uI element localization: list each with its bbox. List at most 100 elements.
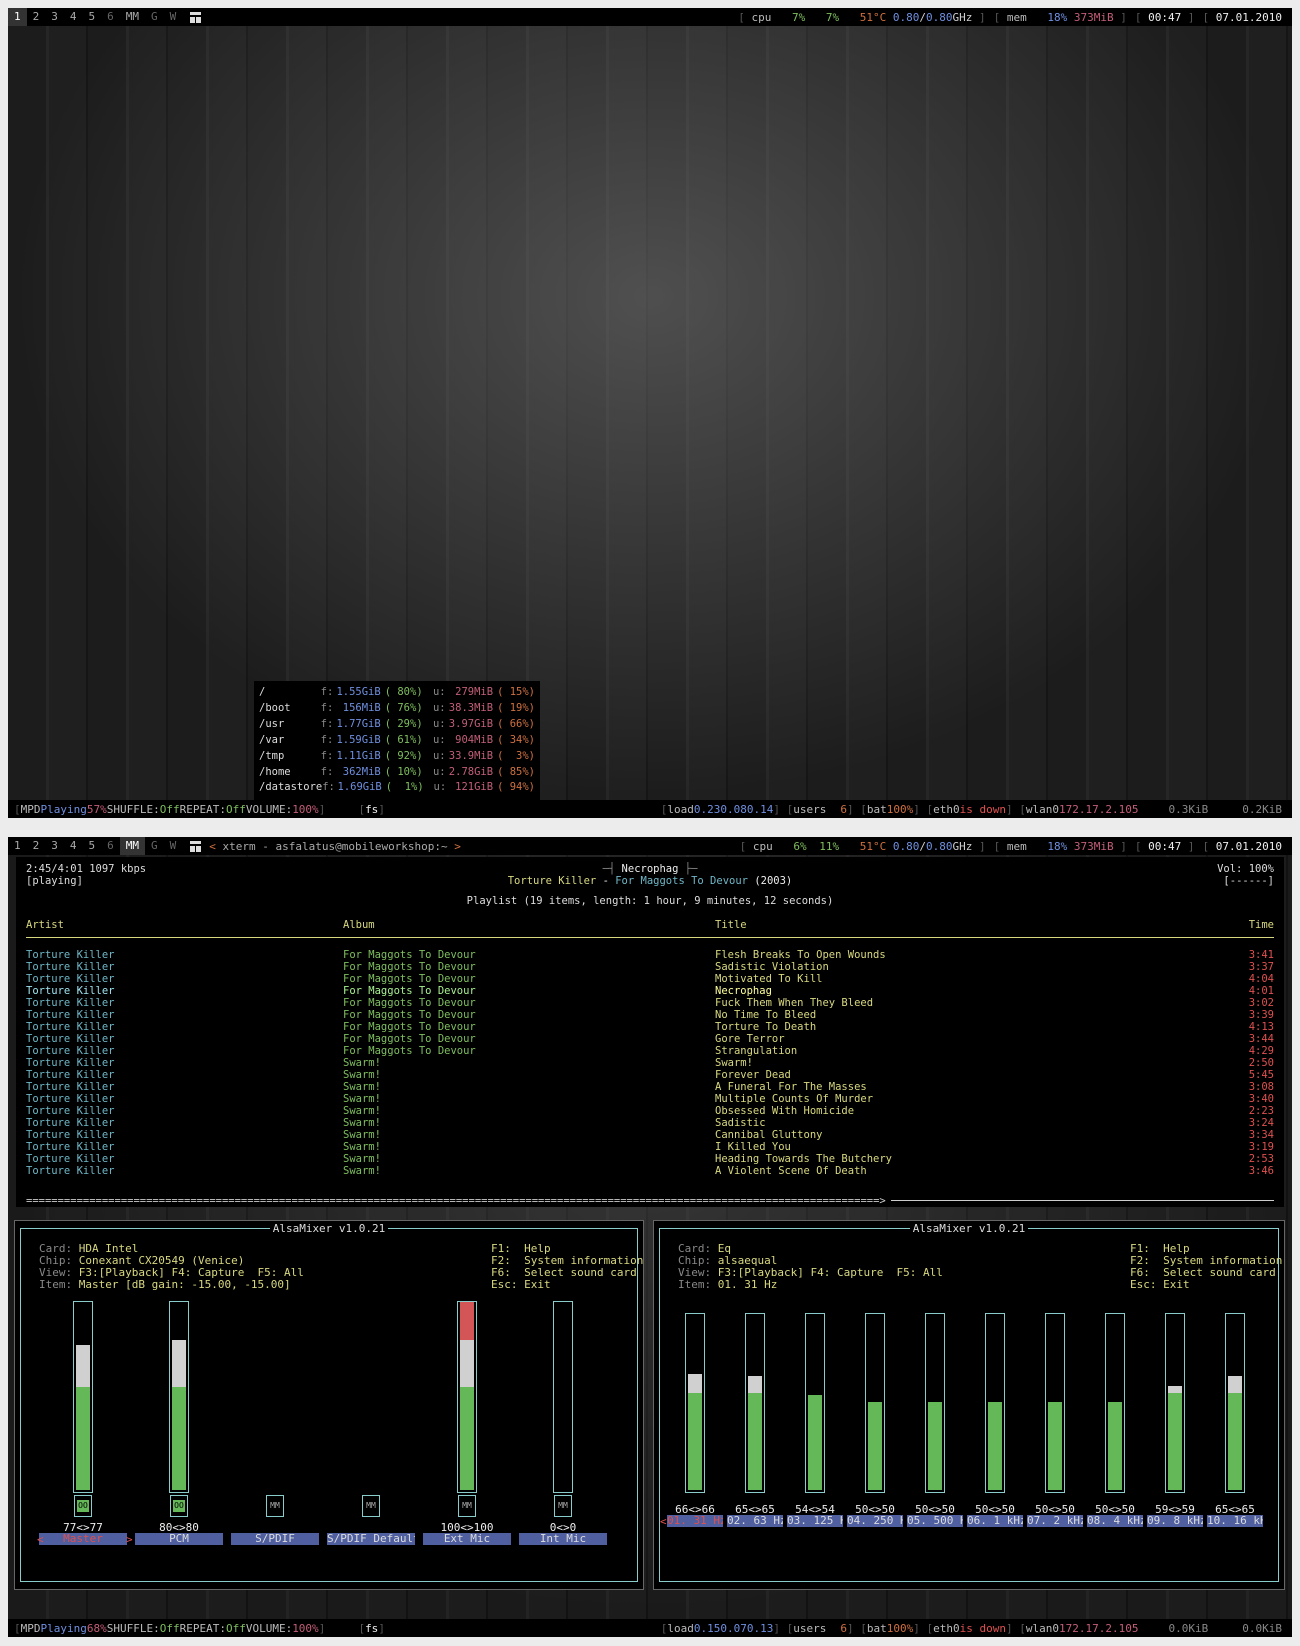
tag-w[interactable]: W	[164, 8, 183, 26]
battery-value: 100%	[886, 1621, 914, 1635]
tag-2[interactable]: 2	[27, 837, 46, 855]
playlist-rows[interactable]: Torture Killer For Maggots To Devour Flesh…	[26, 949, 1274, 1177]
fader-ext-mic[interactable]	[457, 1301, 477, 1493]
playlist-row[interactable]: Torture Killer For Maggots To Devour Sadis…	[26, 961, 1274, 973]
eq-fader[interactable]	[925, 1313, 945, 1493]
track-artist: Torture Killer	[26, 1141, 115, 1153]
fader-master[interactable]	[73, 1301, 93, 1493]
playlist-row[interactable]: Torture Killer Swarm! Multiple Counts Of M…	[26, 1093, 1274, 1105]
tag-1[interactable]: 1	[8, 837, 27, 855]
playlist-row[interactable]: Torture Killer For Maggots To Devour Motiv…	[26, 973, 1274, 985]
column-header-album[interactable]: Album	[343, 919, 715, 931]
band-label[interactable]: 07. 2 kHz	[1027, 1515, 1083, 1527]
eq-fader[interactable]	[805, 1313, 825, 1493]
progress-bar[interactable]: ========================================…	[26, 1195, 891, 1207]
mute-toggle[interactable]: OO	[170, 1495, 188, 1517]
tag-w[interactable]: W	[164, 837, 183, 855]
repeat-value[interactable]: Off	[226, 803, 246, 816]
fs-indicator[interactable]: fs	[365, 803, 378, 816]
tag-2[interactable]: 2	[27, 8, 46, 26]
playlist-header: Artist Album Title Time	[26, 919, 1274, 931]
tag-6[interactable]: 6	[101, 8, 120, 26]
playlist-row[interactable]: Torture Killer Swarm! Forever Dead 5:45	[26, 1069, 1274, 1081]
channel-label[interactable]: PCM	[135, 1533, 223, 1545]
tag-1[interactable]: 1	[8, 8, 27, 26]
band-label[interactable]: 02. 63 Hz	[727, 1515, 783, 1527]
playlist-row[interactable]: Torture Killer For Maggots To Devour Tortu…	[26, 1021, 1274, 1033]
band-label[interactable]: 10. 16 kH	[1207, 1515, 1263, 1527]
band-label[interactable]: 03. 125 H	[787, 1515, 843, 1527]
eq-fader[interactable]	[985, 1313, 1005, 1493]
tile-layout-icon[interactable]	[190, 11, 202, 23]
playlist-row[interactable]: Torture Killer For Maggots To Devour Stran…	[26, 1045, 1274, 1057]
tag-g[interactable]: G	[145, 8, 164, 26]
repeat-value[interactable]: Off	[226, 1622, 246, 1635]
playlist-row[interactable]: Torture Killer For Maggots To Devour Fuck …	[26, 997, 1274, 1009]
column-header-title[interactable]: Title	[715, 919, 1238, 931]
tag-6[interactable]: 6	[101, 837, 120, 855]
tag-4[interactable]: 4	[64, 8, 83, 26]
volume-value[interactable]: 100%	[292, 803, 319, 816]
band-label[interactable]: 08. 4 kHz	[1087, 1515, 1143, 1527]
playlist-row[interactable]: Torture Killer For Maggots To Devour No Ti…	[26, 1009, 1274, 1021]
ncmpcpp-window[interactable]: 2:45/4:01 1097 kbps [playing] ─┤ Necroph…	[16, 857, 1284, 1207]
fader-pcm[interactable]	[169, 1301, 189, 1493]
track-album: Swarm!	[343, 1105, 381, 1117]
shuffle-value[interactable]: Off	[160, 1622, 180, 1635]
eq-fader[interactable]	[1045, 1313, 1065, 1493]
playlist-row[interactable]: Torture Killer Swarm! I Killed You 3:19	[26, 1141, 1274, 1153]
tag-3[interactable]: 3	[45, 837, 64, 855]
volume-value[interactable]: 100%	[292, 1622, 319, 1635]
playlist-row[interactable]: Torture Killer Swarm! Sadistic 3:24	[26, 1117, 1274, 1129]
channel-label[interactable]: Master	[39, 1533, 127, 1545]
alsamixer-hda[interactable]: AlsaMixer v1.0.21 Card: HDA Intel Chip: …	[14, 1220, 644, 1590]
channel-label[interactable]: S/PDIF	[231, 1533, 319, 1545]
mute-toggle[interactable]: OO	[74, 1495, 92, 1517]
eq-fader[interactable]	[1165, 1313, 1185, 1493]
mute-toggle[interactable]: MM	[554, 1495, 572, 1517]
battery-label: bat	[866, 1621, 887, 1635]
band-label[interactable]: 01. 31 Hz	[667, 1515, 723, 1527]
track-artist: Torture Killer	[26, 997, 115, 1009]
playlist-row[interactable]: Torture Killer For Maggots To Devour Necro…	[26, 985, 1274, 997]
mute-toggle[interactable]: MM	[458, 1495, 476, 1517]
playlist-row[interactable]: Torture Killer Swarm! A Violent Scene Of D…	[26, 1165, 1274, 1177]
tag-g[interactable]: G	[145, 837, 164, 855]
playlist-row[interactable]: Torture Killer Swarm! Cannibal Gluttony 3:3…	[26, 1129, 1274, 1141]
channel-label[interactable]: Ext Mic	[423, 1533, 511, 1545]
column-header-artist[interactable]: Artist	[26, 919, 343, 931]
eq-fader[interactable]	[1105, 1313, 1125, 1493]
playlist-row[interactable]: Torture Killer Swarm! Swarm! 2:50	[26, 1057, 1274, 1069]
tag-mm[interactable]: MM	[119, 837, 145, 855]
tag-5[interactable]: 5	[83, 8, 102, 26]
mute-toggle[interactable]: MM	[266, 1495, 284, 1517]
channel-label[interactable]: Int Mic	[519, 1533, 607, 1545]
tag-5[interactable]: 5	[83, 837, 102, 855]
mute-toggle[interactable]: MM	[362, 1495, 380, 1517]
playlist-row[interactable]: Torture Killer For Maggots To Devour Flesh…	[26, 949, 1274, 961]
tag-4[interactable]: 4	[64, 837, 83, 855]
alsamixer-eq[interactable]: AlsaMixer v1.0.21 Card: Eq Chip: alsaequ…	[653, 1220, 1285, 1590]
band-label[interactable]: 09. 8 kHz	[1147, 1515, 1203, 1527]
eq-fader[interactable]	[865, 1313, 885, 1493]
tile-layout-icon-2[interactable]	[190, 840, 202, 852]
playlist-row[interactable]: Torture Killer Swarm! Obsessed With Homici…	[26, 1105, 1274, 1117]
window-title[interactable]: < xterm - asfalatus@mobileworkshop:~ >	[209, 840, 461, 853]
mpd-label: MPD	[20, 802, 41, 816]
tag-mm[interactable]: MM	[120, 8, 145, 26]
fader-int-mic[interactable]	[553, 1301, 573, 1493]
tag-3[interactable]: 3	[45, 8, 64, 26]
band-label[interactable]: 06. 1 kHz	[967, 1515, 1023, 1527]
eq-fader[interactable]	[1225, 1313, 1245, 1493]
fs-indicator[interactable]: fs	[365, 1622, 378, 1635]
column-header-time[interactable]: Time	[1238, 919, 1274, 931]
band-label[interactable]: 05. 500 H	[907, 1515, 963, 1527]
channel-label[interactable]: S/PDIF Default	[327, 1533, 415, 1545]
shuffle-value[interactable]: Off	[160, 803, 180, 816]
playlist-row[interactable]: Torture Killer For Maggots To Devour Gore …	[26, 1033, 1274, 1045]
playlist-row[interactable]: Torture Killer Swarm! A Funeral For The Ma…	[26, 1081, 1274, 1093]
band-label[interactable]: 04. 250 H	[847, 1515, 903, 1527]
playlist-row[interactable]: Torture Killer Swarm! Heading Towards The …	[26, 1153, 1274, 1165]
eq-fader[interactable]	[745, 1313, 765, 1493]
eq-fader[interactable]	[685, 1313, 705, 1493]
